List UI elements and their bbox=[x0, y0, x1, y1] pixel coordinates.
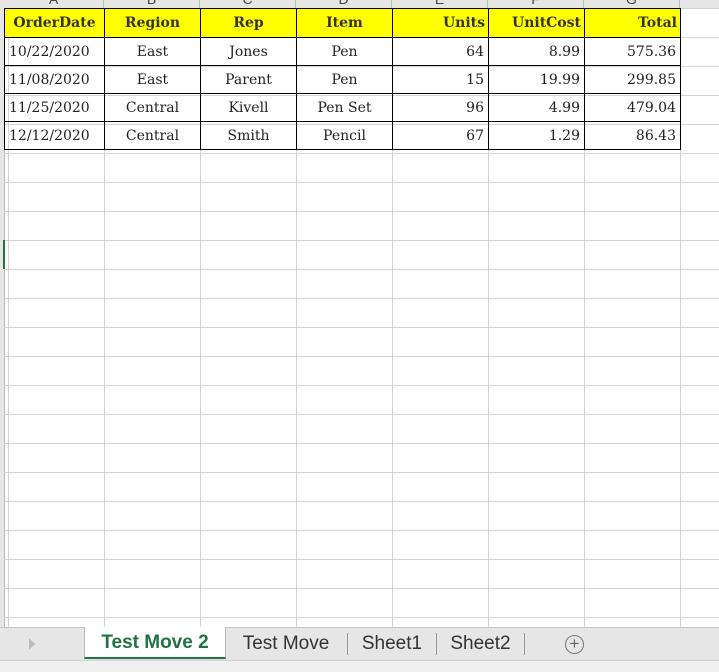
table-cell[interactable]: 8.99 bbox=[488, 37, 585, 66]
tab-sheet1[interactable]: Sheet1 bbox=[348, 628, 436, 659]
column-header-f[interactable]: F bbox=[488, 0, 584, 8]
column-header-b[interactable]: B bbox=[104, 0, 200, 8]
scroll-tabs-right-icon[interactable] bbox=[29, 638, 35, 650]
table-cell[interactable]: Pen bbox=[296, 65, 393, 94]
status-bar bbox=[0, 660, 719, 672]
table-cell[interactable]: 12/12/2020 bbox=[4, 121, 105, 150]
table-cell[interactable]: 10/22/2020 bbox=[4, 37, 105, 66]
header-cell[interactable]: Units bbox=[392, 8, 489, 38]
sheet-tab-bar: Test Move 2 Test Move Sheet1 Sheet2 + bbox=[0, 627, 719, 661]
tab-test-move[interactable]: Test Move bbox=[226, 628, 346, 659]
table-cell[interactable]: Smith bbox=[200, 121, 297, 150]
table-cell[interactable]: 19.99 bbox=[488, 65, 585, 94]
table-cell[interactable]: Jones bbox=[200, 37, 297, 66]
column-header-a[interactable]: A bbox=[4, 0, 104, 8]
table-cell[interactable]: 64 bbox=[392, 37, 489, 66]
header-cell[interactable]: Region bbox=[104, 8, 201, 38]
table-cell[interactable]: 11/08/2020 bbox=[4, 65, 105, 94]
table-cell[interactable]: 86.43 bbox=[584, 121, 681, 150]
table-cell[interactable]: East bbox=[104, 37, 201, 66]
tab-sheet2[interactable]: Sheet2 bbox=[437, 628, 524, 659]
table-cell[interactable]: 479.04 bbox=[584, 93, 681, 122]
table-cell[interactable]: East bbox=[104, 65, 201, 94]
table-cell[interactable]: Pen bbox=[296, 37, 393, 66]
table-row: 10/22/2020 East Jones Pen 64 8.99 575.36 bbox=[4, 37, 681, 66]
table-cell[interactable]: Pencil bbox=[296, 121, 393, 150]
header-cell[interactable]: Rep bbox=[200, 8, 297, 38]
table-cell[interactable]: 4.99 bbox=[488, 93, 585, 122]
table-cell[interactable]: Central bbox=[104, 121, 201, 150]
table-cell[interactable]: 299.85 bbox=[584, 65, 681, 94]
column-header-d[interactable]: D bbox=[296, 0, 392, 8]
column-header-c[interactable]: C bbox=[200, 0, 296, 8]
table-cell[interactable]: Parent bbox=[200, 65, 297, 94]
header-cell[interactable]: Item bbox=[296, 8, 393, 38]
active-row-indicator bbox=[3, 240, 5, 269]
table-cell[interactable]: 575.36 bbox=[584, 37, 681, 66]
table-cell[interactable]: Kivell bbox=[200, 93, 297, 122]
tab-test-move-2[interactable]: Test Move 2 bbox=[84, 627, 226, 659]
table-cell[interactable]: Pen Set bbox=[296, 93, 393, 122]
header-cell[interactable]: OrderDate bbox=[4, 8, 105, 38]
table-row: 12/12/2020 Central Smith Pencil 67 1.29 86.43 bbox=[4, 121, 681, 150]
header-cell[interactable]: Total bbox=[584, 8, 681, 38]
header-cell[interactable]: UnitCost bbox=[488, 8, 585, 38]
column-header-e[interactable]: E bbox=[392, 0, 488, 8]
table-cell[interactable]: 11/25/2020 bbox=[4, 93, 105, 122]
table-row: 11/25/2020 Central Kivell Pen Set 96 4.99 479.… bbox=[4, 93, 681, 122]
column-header-g[interactable]: G bbox=[584, 0, 680, 8]
table-cell[interactable]: 15 bbox=[392, 65, 489, 94]
table-cell[interactable]: 1.29 bbox=[488, 121, 585, 150]
table-row: 11/08/2020 East Parent Pen 15 19.99 299.85 bbox=[4, 65, 681, 94]
add-sheet-icon[interactable]: + bbox=[565, 635, 584, 654]
table-cell[interactable]: 96 bbox=[392, 93, 489, 122]
data-table: OrderDate Region Rep Item Units UnitCost Total… bbox=[4, 8, 681, 150]
table-cell[interactable]: 67 bbox=[392, 121, 489, 150]
table-cell[interactable]: Central bbox=[104, 93, 201, 122]
